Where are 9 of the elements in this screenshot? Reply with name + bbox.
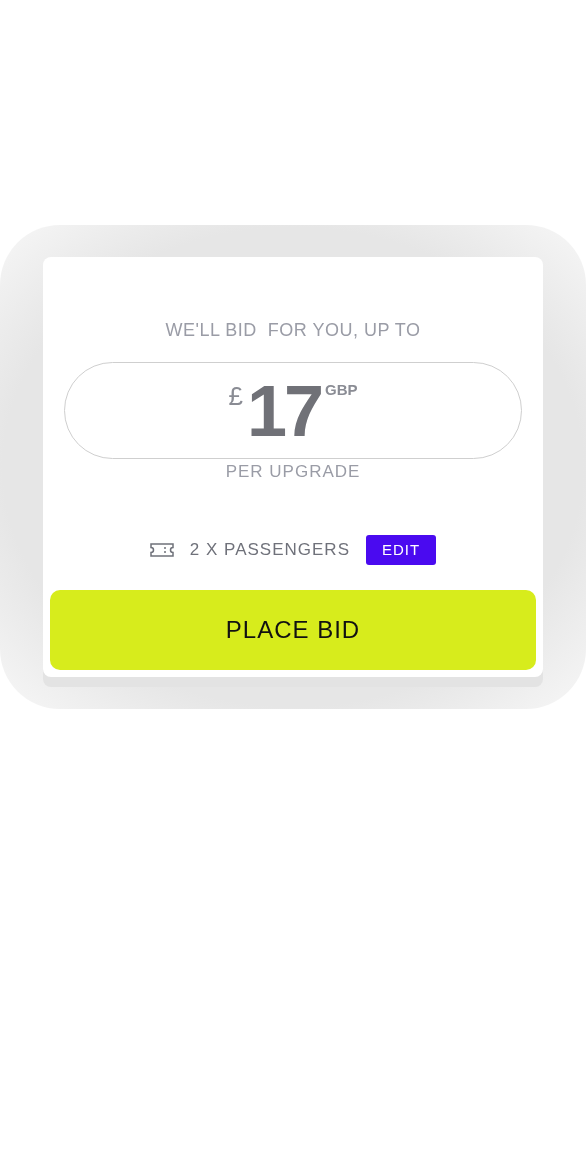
heading-text: WE'LL BID FOR YOU, UP TO: [165, 320, 421, 340]
amount-value: 17: [246, 374, 321, 447]
edit-button[interactable]: EDIT: [366, 534, 437, 565]
currency-symbol: £: [228, 380, 243, 413]
unit-label: PER UPGRADE: [225, 462, 361, 481]
place-bid-button[interactable]: PLACE BID: [50, 590, 536, 670]
currency-code: GBP: [325, 380, 358, 400]
passengers-label: 2 X PASSENGERS: [189, 539, 350, 561]
ticket-icon: [149, 542, 174, 557]
